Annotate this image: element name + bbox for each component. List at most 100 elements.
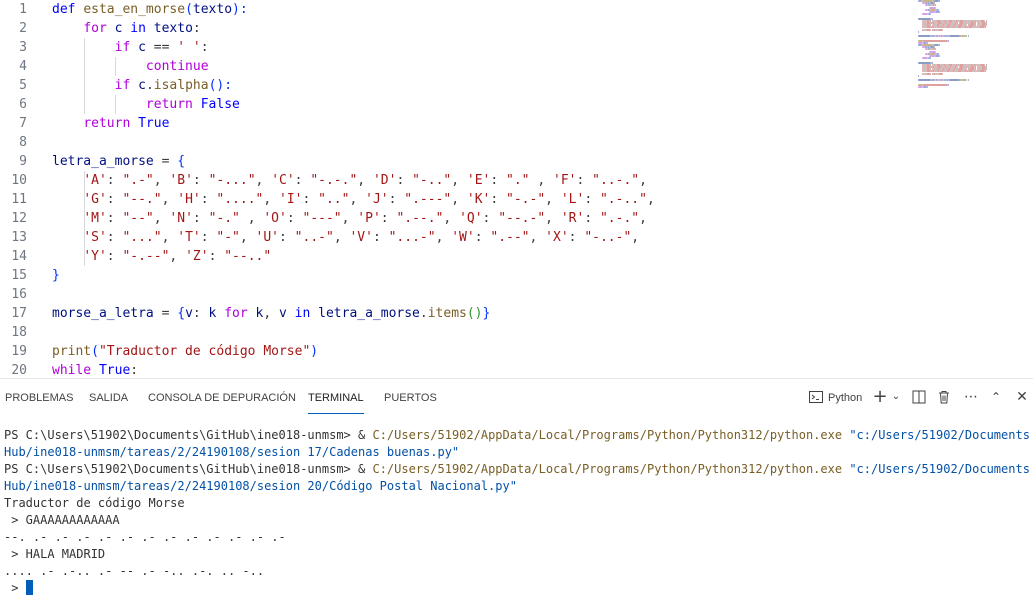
- code-token: 'O': [263, 211, 287, 226]
- terminal-token: PS C:\Users\51902\Documents\GitHub\ine01…: [4, 428, 373, 442]
- code-token: :: [286, 211, 303, 226]
- minimap-token: [948, 79, 961, 82]
- tab-terminal[interactable]: TERMINAL: [308, 390, 364, 414]
- code-line[interactable]: 16: [0, 285, 900, 304]
- code-token: morse_a_letra: [52, 306, 162, 321]
- code-line[interactable]: 8: [0, 133, 900, 152]
- minimap-token: [967, 79, 969, 82]
- code-token: ,: [529, 173, 553, 188]
- terminal-token: C:/Users/51902/AppData/Local/Programs/Py…: [372, 428, 843, 442]
- code-token: 'H': [177, 192, 201, 207]
- line-number: 2: [19, 21, 27, 36]
- code-line[interactable]: 15}: [0, 266, 900, 285]
- minimap-token: [927, 13, 932, 16]
- terminal-token: PS C:\Users\51902\Documents\GitHub\ine01…: [4, 462, 373, 476]
- code-token: :: [396, 173, 413, 188]
- code-token: 'R': [560, 211, 585, 226]
- line-number: 17: [11, 306, 27, 321]
- terminal-token: "c:/Users/51902/Documents/Git: [849, 462, 1030, 476]
- code-line[interactable]: 20 while True:: [0, 361, 900, 378]
- code-line[interactable]: 10 'A': ".-", 'B': "-...", 'C': "-.-.", …: [0, 171, 900, 190]
- code-token: ,: [545, 192, 561, 207]
- code-editor[interactable]: 1 def esta_en_morse(texto): 2 for c in tex…: [0, 0, 1033, 378]
- terminal-token: .... .- .-.. .- -- .- -.. .-. .. -..: [4, 564, 265, 578]
- code-token: ,: [239, 211, 264, 226]
- terminal-token: > HALA MADRID: [4, 547, 106, 561]
- code-token: True: [98, 363, 131, 378]
- code-line[interactable]: 2 for c in texto:: [0, 19, 900, 38]
- code-line[interactable]: 17 morse_a_letra = {v: k for k, v in letr…: [0, 304, 900, 323]
- more-icon[interactable]: ⋯: [962, 387, 980, 407]
- minimap-token: [935, 55, 940, 57]
- minimap-token: [927, 85, 928, 88]
- minimap-token: [985, 68, 987, 71]
- code-line[interactable]: 12 'M': "--", 'N': "-." , 'O': "---", 'P…: [0, 209, 900, 228]
- code-token: :: [192, 173, 209, 188]
- code-line[interactable]: 1 def esta_en_morse(texto):: [0, 0, 900, 19]
- code-token: ".-.": [599, 211, 640, 226]
- code-token: :: [380, 211, 397, 226]
- code-token: "-.-.": [310, 173, 358, 188]
- minimap-token: [967, 35, 969, 38]
- code-token: 'C': [271, 173, 295, 188]
- code-line[interactable]: 9 letra_a_morse = {: [0, 152, 900, 171]
- code-line[interactable]: 7 return True: [0, 114, 900, 133]
- code-line[interactable]: 4 continue: [0, 57, 900, 76]
- code-token: 'L': [560, 192, 585, 207]
- tab-consola-depuracion[interactable]: CONSOLA DE DEPURACIÓN: [148, 390, 296, 406]
- code-line[interactable]: 13 'S': "...", 'T': "-", 'U': "..-", 'V'…: [0, 228, 900, 247]
- tab-salida[interactable]: SALIDA: [89, 390, 128, 406]
- code-line[interactable]: 3 if c == ' ':: [0, 38, 900, 57]
- terminal-icon[interactable]: [807, 387, 825, 407]
- code-token: True: [138, 116, 170, 131]
- code-token: "--.": [122, 192, 162, 207]
- code-token: 'I': [279, 192, 303, 207]
- split-icon[interactable]: [910, 387, 928, 407]
- code-token: ".---": [404, 192, 452, 207]
- code-token: :: [576, 173, 593, 188]
- trash-icon[interactable]: [935, 387, 953, 407]
- code-line[interactable]: 11 'G': "--.", 'H': "....", 'I': "..", '…: [0, 190, 900, 209]
- terminal-line: > GAAAAAAAAAAAA: [4, 512, 1030, 529]
- code-token: 'V': [349, 230, 373, 245]
- code-token: :: [474, 230, 491, 245]
- code-line[interactable]: 19 print("Traductor de código Morse"): [0, 342, 900, 361]
- code-token: :: [106, 173, 123, 188]
- code-text: if c.isalpha():: [52, 76, 232, 95]
- code-line[interactable]: 6 return False: [0, 95, 900, 114]
- code-text: if c == ' ':: [52, 38, 209, 57]
- tab-problemas[interactable]: PROBLEMAS: [5, 390, 73, 406]
- line-number: 11: [11, 192, 27, 207]
- code-line[interactable]: 14 'Y': "-.--", 'Z': "--..": [0, 247, 900, 266]
- code-token: :: [106, 230, 123, 245]
- line-number: 7: [19, 116, 27, 131]
- code-token: c: [114, 21, 131, 36]
- chevron-up-icon[interactable]: ⌃: [987, 387, 1005, 407]
- code-line[interactable]: 5 if c.isalpha():: [0, 76, 900, 95]
- code-token: "..-.": [592, 173, 640, 188]
- code-token: in: [294, 306, 319, 321]
- code-token: 'E': [466, 173, 491, 188]
- minimap[interactable]: [918, 0, 1018, 90]
- shell-label-python[interactable]: Python: [828, 390, 862, 406]
- code-token: "....": [216, 192, 264, 207]
- tab-puertos[interactable]: PUERTOS: [384, 390, 437, 406]
- code-text: print("Traductor de código Morse"): [52, 342, 318, 361]
- line-number: 13: [11, 230, 27, 245]
- code-token: 'G': [83, 192, 107, 207]
- code-token: ".--": [490, 230, 530, 245]
- code-token: 'W': [451, 230, 475, 245]
- code-token: :: [388, 192, 405, 207]
- code-token: in: [130, 21, 154, 36]
- terminal-output[interactable]: PS C:\Users\51902\Documents\GitHub\ine01…: [4, 427, 1030, 597]
- code-line[interactable]: 18: [0, 323, 900, 342]
- code-token: ,: [349, 192, 366, 207]
- code-token: "Traductor de código Morse": [98, 344, 311, 359]
- close-icon[interactable]: ✕: [1013, 387, 1031, 407]
- code-token: isalpha: [153, 78, 209, 93]
- chevron-down-icon[interactable]: ⌄: [887, 387, 905, 407]
- code-token: ): [310, 344, 319, 359]
- minimap-token: [918, 30, 919, 33]
